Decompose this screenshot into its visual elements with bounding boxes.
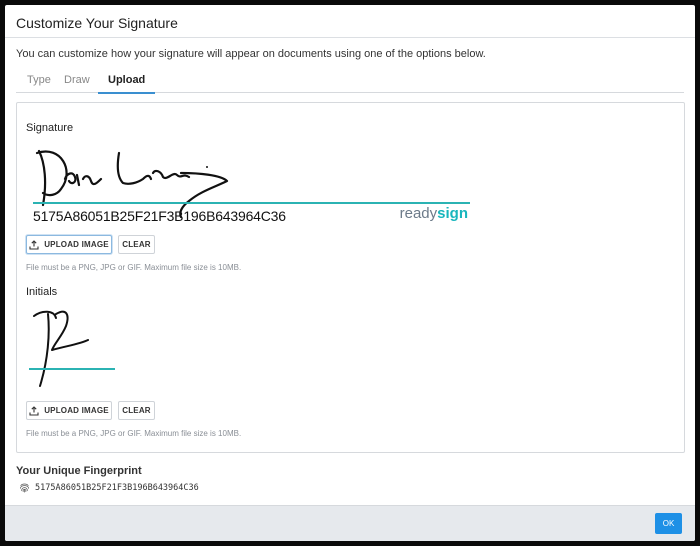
ok-button[interactable]: OK — [655, 513, 682, 534]
brand-suffix: sign — [437, 205, 468, 222]
signature-line — [33, 202, 470, 204]
tab-bar: Type Draw Upload — [16, 71, 684, 94]
initials-hint: File must be a PNG, JPG or GIF. Maximum … — [26, 429, 242, 438]
upload-icon — [29, 239, 39, 250]
signature-clear-button[interactable]: CLEAR — [118, 235, 155, 254]
signature-modal: Customize Your Signature You can customi… — [5, 5, 695, 541]
initials-label: Initials — [26, 286, 58, 298]
initials-preview — [26, 304, 126, 390]
signature-upload-label: UPLOAD IMAGE — [44, 240, 109, 249]
signature-preview: 5175A86051B25F21F3B196B643964C36 readysi… — [26, 141, 476, 227]
upload-icon — [29, 405, 39, 416]
initials-upload-label: UPLOAD IMAGE — [44, 406, 109, 415]
tab-type[interactable]: Type — [27, 74, 51, 92]
fingerprint-value: 5175A86051B25F21F3B196B643964C36 — [35, 482, 199, 493]
brand-prefix: ready — [399, 205, 438, 222]
readysign-logo: readysign — [400, 205, 468, 222]
modal-title: Customize Your Signature — [16, 15, 178, 31]
signature-upload-button[interactable]: UPLOAD IMAGE — [26, 235, 112, 254]
signature-hash: 5175A86051B25F21F3B196B643964C36 — [33, 208, 286, 224]
signature-label: Signature — [26, 122, 74, 134]
fingerprint-label: Your Unique Fingerprint — [16, 465, 142, 477]
upload-panel: Signature 5175A86051B25F21F3B196B643964C… — [16, 102, 685, 453]
signature-hint: File must be a PNG, JPG or GIF. Maximum … — [26, 263, 242, 272]
initials-image — [33, 310, 89, 387]
tab-draw[interactable]: Draw — [64, 74, 90, 92]
initials-clear-button[interactable]: CLEAR — [118, 401, 155, 420]
modal-header: Customize Your Signature — [5, 5, 695, 38]
fingerprint-row: 5175A86051B25F21F3B196B643964C36 — [19, 482, 199, 493]
initials-line — [29, 368, 115, 370]
fingerprint-icon — [20, 483, 29, 493]
tab-upload[interactable]: Upload — [98, 74, 156, 94]
initials-upload-button[interactable]: UPLOAD IMAGE — [26, 401, 112, 420]
intro-text: You can customize how your signature wil… — [16, 48, 486, 60]
modal-footer: OK — [5, 505, 695, 541]
